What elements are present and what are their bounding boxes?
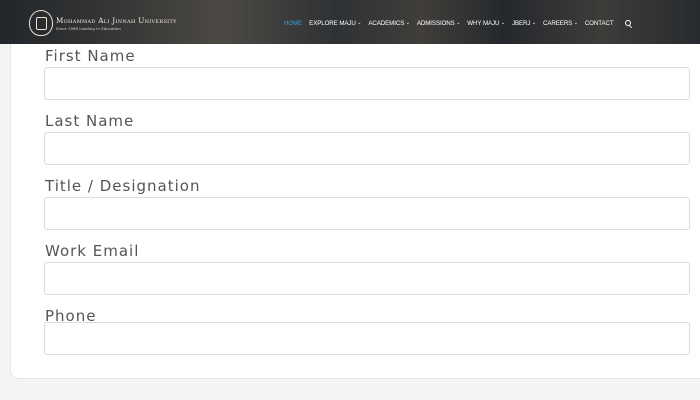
nav-item-label: CAREERS [543,19,573,27]
nav-item-label: HOME [284,19,303,27]
logo-name: Mohammad Ali Jinnah University [56,15,177,25]
nav-item-label: ADMISSIONS [416,19,455,27]
nav-item-label: WHY MAJU [467,19,500,27]
logo-tagline: Since 1998 Leading in Education [56,26,122,31]
nav-item-label: ACADEMICS [368,19,405,27]
title-designation-field[interactable] [44,197,690,230]
nav-item-academics[interactable]: ACADEMICS ⌄ [368,19,410,27]
chevron-down-icon: ⌄ [357,20,362,26]
nav-item-contact[interactable]: CONTACT [585,20,614,27]
nav-item-label: EXPLORE MAJU [309,19,356,27]
crest-icon [29,10,53,36]
nav-item-why-maju[interactable]: WHY MAJU ⌄ [467,20,505,27]
nav-item-label: CONTACT [584,19,614,27]
title-designation-label: Title / Designation [45,177,201,195]
logo-text: Mohammad Ali Jinnah University Since 199… [56,16,177,31]
chevron-down-icon: ⌄ [531,20,536,26]
chevron-down-icon: ⌄ [573,20,578,26]
nav-item-admissions[interactable]: ADMISSIONS ⌄ [416,19,461,27]
nav-item-careers[interactable]: CAREERS ⌄ [543,20,578,27]
last-name-label: Last Name [45,112,135,130]
nav-item-label: JBERJ [511,19,531,27]
first-name-label: First Name [45,47,136,65]
search-icon[interactable] [624,19,632,27]
work-email-field[interactable] [44,262,690,295]
first-name-field[interactable] [44,67,690,100]
last-name-field[interactable] [44,132,690,165]
nav-item-home[interactable]: HOME [284,20,302,27]
university-logo[interactable]: Mohammad Ali Jinnah University Since 199… [29,9,177,37]
work-email-label: Work Email [45,242,140,260]
chevron-down-icon: ⌄ [456,20,461,26]
phone-field[interactable] [44,322,690,355]
site-header: Mohammad Ali Jinnah University Since 199… [0,0,700,44]
chevron-down-icon: ⌄ [405,20,410,26]
nav-item-explore-maju[interactable]: EXPLORE MAJU ⌄ [309,20,361,27]
chevron-down-icon: ⌄ [500,20,505,26]
nav-item-jberj[interactable]: JBERJ ⌄ [512,20,536,27]
main-nav: HOME EXPLORE MAJU ⌄ ACADEMICS ⌄ ADMISSIONS… [284,17,632,29]
